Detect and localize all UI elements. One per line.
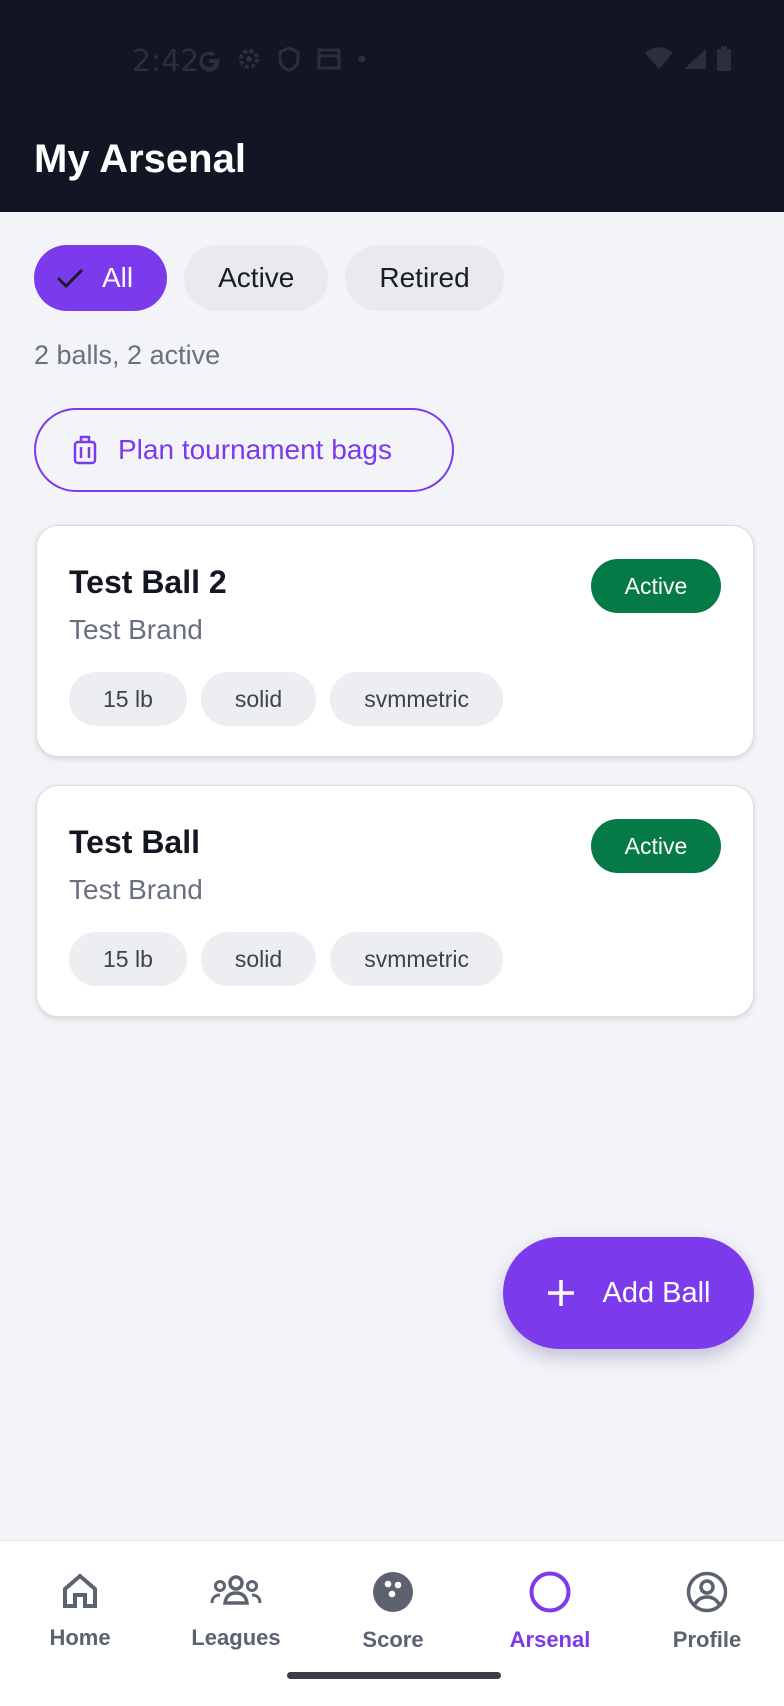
nav-label: Arsenal — [509, 1627, 591, 1652]
account-circle-icon — [686, 1571, 728, 1613]
add-ball-label: Add Ball — [602, 1276, 711, 1309]
ball-brand: Test Brand — [69, 874, 203, 905]
battery-icon — [717, 46, 731, 71]
nav-item-profile[interactable]: Profile — [632, 1571, 782, 1653]
ball-name: Test Ball — [69, 824, 200, 860]
app-bar: My Arsenal — [0, 125, 784, 212]
bowling-ball-icon — [373, 1572, 413, 1612]
filter-chip-label: Retired — [379, 262, 470, 293]
nav-label: Profile — [672, 1627, 742, 1652]
luggage-icon — [73, 435, 97, 465]
home-indicator[interactable] — [287, 1672, 501, 1679]
status-right-icons — [644, 46, 732, 72]
home-icon — [63, 1573, 97, 1608]
nav-label: Score — [362, 1627, 424, 1652]
core-tag: svmmetric — [330, 672, 503, 726]
add-ball-button[interactable]: Add Ball — [503, 1237, 754, 1349]
status-bar: 2:42 — [0, 0, 784, 125]
filter-chip-retired[interactable]: Retired — [345, 245, 504, 311]
status-badge: Active — [591, 819, 721, 873]
signal-icon — [684, 49, 706, 69]
weight-tag: 15 lb — [69, 672, 187, 726]
gear-icon — [239, 49, 259, 69]
google-icon — [199, 51, 220, 72]
coverstock-tag: solid — [200, 932, 317, 986]
wifi-icon — [645, 47, 673, 69]
ball-name: Test Ball 2 — [69, 564, 227, 600]
bottom-nav: Home Leagues Score Arsenal Profile — [0, 1540, 784, 1706]
filter-chip-active[interactable]: Active — [184, 245, 329, 311]
window-icon — [317, 48, 341, 70]
shield-icon — [278, 46, 300, 72]
core-tag: svmmetric — [330, 932, 503, 986]
check-icon — [56, 268, 84, 289]
filter-chips: All Active Retired — [34, 245, 504, 311]
ball-tags: 15 lb solid svmmetric — [69, 932, 503, 986]
plus-icon — [548, 1280, 575, 1306]
nav-item-home[interactable]: Home — [5, 1571, 155, 1651]
status-icons — [196, 46, 368, 72]
dot-icon — [358, 55, 366, 63]
coverstock-tag: solid — [200, 672, 317, 726]
ball-card[interactable]: Test Ball 2 Test Brand Active 15 lb soli… — [36, 525, 754, 757]
nav-item-leagues[interactable]: Leagues — [161, 1571, 311, 1651]
weight-tag: 15 lb — [69, 932, 187, 986]
nav-label: Leagues — [191, 1625, 281, 1650]
plan-tournament-bags-button[interactable]: Plan tournament bags — [34, 408, 454, 492]
nav-label: Home — [49, 1625, 111, 1650]
arsenal-summary: 2 balls, 2 active — [34, 340, 221, 370]
ball-tags: 15 lb solid svmmetric — [69, 672, 503, 726]
page-title: My Arsenal — [34, 137, 246, 181]
ball-card[interactable]: Test Ball Test Brand Active 15 lb solid … — [36, 785, 754, 1017]
group-icon — [210, 1575, 262, 1605]
circle-icon — [529, 1571, 571, 1613]
status-badge: Active — [591, 559, 721, 613]
nav-item-score[interactable]: Score — [318, 1571, 468, 1653]
filter-chip-label: Active — [218, 262, 295, 293]
filter-chip-all[interactable]: All — [34, 245, 168, 311]
filter-chip-label: All — [102, 262, 134, 293]
ball-brand: Test Brand — [69, 614, 203, 645]
status-time: 2:42 — [132, 44, 200, 79]
plan-button-label: Plan tournament bags — [118, 434, 392, 465]
nav-item-arsenal[interactable]: Arsenal — [475, 1571, 625, 1653]
